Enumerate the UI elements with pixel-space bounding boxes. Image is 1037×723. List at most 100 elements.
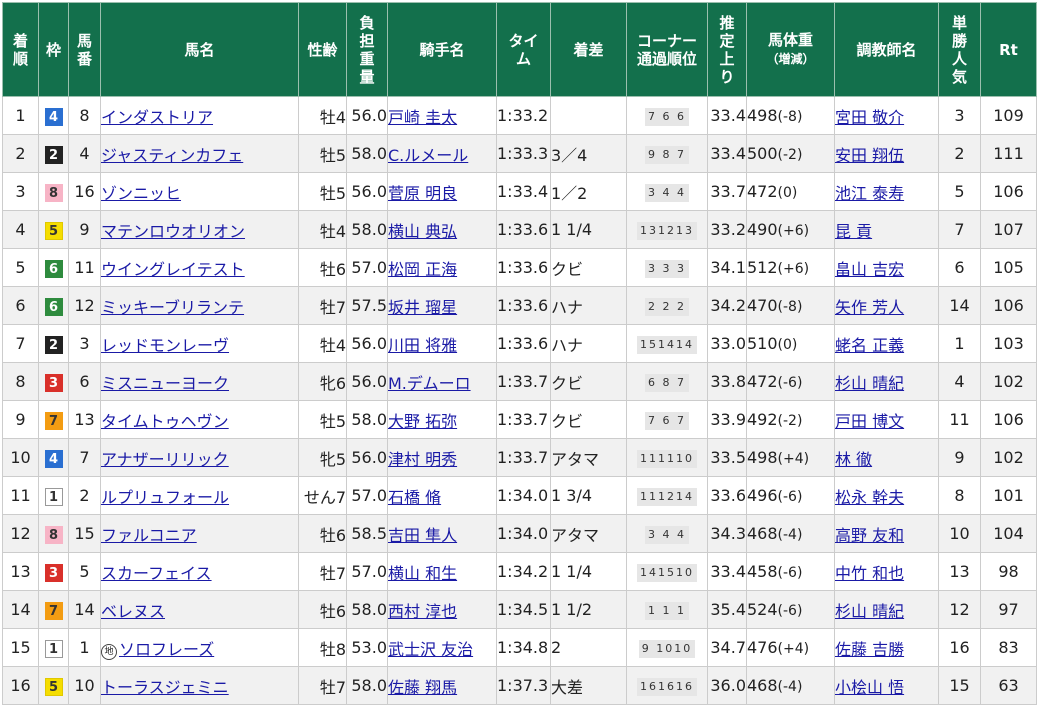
jockey-link[interactable]: 横山 和生 (389, 564, 458, 583)
jockey-link[interactable]: 武士沢 友治 (389, 640, 474, 659)
horse-name-link[interactable]: トーラスジェミニ (102, 678, 229, 697)
trainer-link[interactable]: 安田 翔伍 (836, 146, 905, 165)
trainer-link[interactable]: 佐藤 吉勝 (836, 640, 905, 659)
horse-name-link[interactable]: アナザーリリック (102, 450, 229, 469)
margin-cell: 1 1/4 (550, 210, 627, 249)
header-rt[interactable]: Rt (980, 2, 1037, 97)
header-sexage[interactable]: 性齢 (298, 2, 347, 97)
jockey-link[interactable]: M.デムーロ (389, 374, 471, 393)
table-row: 5 6 11 ウイングレイテスト 牡6 57.0 松岡 正海 1:33.6 クビ 3 3 3 34.… (2, 248, 1037, 287)
corner-cell: 111110 (626, 438, 708, 477)
last3f-cell: 33.0 (707, 324, 747, 363)
waku-cell: 2 (38, 324, 69, 363)
jockey-link[interactable]: 西村 淳也 (389, 602, 458, 621)
weight-cell: 53.0 (346, 628, 388, 667)
margin-cell: アタマ (550, 438, 627, 477)
header-pop[interactable]: 単勝人気 (938, 2, 981, 97)
margin-cell: クビ (550, 248, 627, 287)
rank-cell: 8 (2, 362, 39, 401)
body-weight-cell: 472(0) (746, 172, 835, 211)
horse-name-link[interactable]: ウイングレイテスト (102, 260, 245, 279)
jockey-link[interactable]: 菅原 明良 (389, 184, 458, 203)
header-margin[interactable]: 着差 (550, 2, 627, 97)
horse-name-link[interactable]: ゾンニッヒ (102, 184, 182, 203)
horse-name-link[interactable]: ミスニューヨーク (102, 374, 230, 393)
margin-cell: ハナ (550, 286, 627, 325)
rank-cell: 7 (2, 324, 39, 363)
header-jockey[interactable]: 騎手名 (387, 2, 497, 97)
horse-name-link[interactable]: ベレヌス (102, 602, 166, 621)
header-last3f[interactable]: 推定上り (707, 2, 747, 97)
corner-cell: 7 6 6 (626, 96, 708, 135)
jockey-link[interactable]: 坂井 瑠星 (389, 298, 458, 317)
trainer-link[interactable]: 杉山 晴紀 (836, 374, 905, 393)
horse-name-link[interactable]: ファルコニア (102, 526, 197, 545)
time-cell: 1:33.6 (496, 248, 551, 287)
header-waku[interactable]: 枠 (38, 2, 69, 97)
popularity-cell: 6 (938, 248, 981, 287)
time-cell: 1:34.2 (496, 552, 551, 591)
corner-order: 6 8 7 (645, 374, 689, 392)
sexage-cell: 牡6 (298, 514, 347, 553)
jockey-cell: 菅原 明良 (387, 172, 497, 211)
trainer-link[interactable]: 昆 貢 (836, 222, 873, 241)
trainer-link[interactable]: 高野 友和 (836, 526, 905, 545)
corner-cell: 141510 (626, 552, 708, 591)
header-corner[interactable]: コーナー 通過順位 (626, 2, 708, 97)
trainer-link[interactable]: 林 徹 (836, 450, 873, 469)
jockey-link[interactable]: 川田 将雅 (389, 336, 458, 355)
trainer-link[interactable]: 池江 泰寿 (836, 184, 905, 203)
trainer-link[interactable]: 矢作 芳人 (836, 298, 905, 317)
margin-cell: クビ (550, 400, 627, 439)
body-weight-diff: (+6) (777, 223, 810, 239)
table-row: 3 8 16 ゾンニッヒ 牡5 56.0 菅原 明良 1:33.4 1／2 3 4 4 33.7 47… (2, 172, 1037, 211)
trainer-link[interactable]: 杉山 晴紀 (836, 602, 905, 621)
trainer-link[interactable]: 松永 幹夫 (836, 488, 905, 507)
jockey-link[interactable]: 津村 明秀 (389, 450, 458, 469)
header-rank[interactable]: 着順 (2, 2, 39, 97)
waku-badge: 6 (44, 259, 63, 278)
jockey-link[interactable]: 石橋 脩 (389, 488, 442, 507)
trainer-link[interactable]: 宮田 敬介 (836, 108, 905, 127)
margin-cell: ハナ (550, 324, 627, 363)
jockey-link[interactable]: 横山 典弘 (389, 222, 458, 241)
horse-name-link[interactable]: スカーフェイス (102, 564, 212, 583)
header-weight[interactable]: 負担重量 (346, 2, 388, 97)
horse-name-link[interactable]: ジャスティンカフェ (102, 146, 244, 165)
trainer-link[interactable]: 蛯名 正義 (836, 336, 905, 355)
horse-name-link[interactable]: タイムトゥヘヴン (102, 412, 229, 431)
header-pop-label: 単勝人気 (951, 13, 967, 86)
jockey-link[interactable]: 吉田 隼人 (389, 526, 458, 545)
jockey-link[interactable]: 佐藤 翔馬 (389, 678, 458, 697)
header-umaban[interactable]: 馬番 (68, 2, 101, 97)
sexage-cell: せん7 (298, 476, 347, 515)
jockey-link[interactable]: 大野 拓弥 (389, 412, 458, 431)
horse-name-link[interactable]: インダストリア (102, 108, 214, 127)
jockey-link[interactable]: 松岡 正海 (389, 260, 458, 279)
body-weight-cell: 476(+4) (746, 628, 835, 667)
table-row: 16 5 10 トーラスジェミニ 牡7 58.0 佐藤 翔馬 1:37.3 大差 161616 36… (2, 666, 1037, 705)
race-results-table: 着順 枠 馬番 馬名 性齢 負担重量 騎手名 タイム 着差 コーナー 通過順位 推… (2, 2, 1037, 705)
rank-cell: 4 (2, 210, 39, 249)
jockey-link[interactable]: 戸崎 圭太 (389, 108, 458, 127)
trainer-link[interactable]: 戸田 博文 (836, 412, 905, 431)
header-name[interactable]: 馬名 (100, 2, 299, 97)
corner-cell: 2 2 2 (626, 286, 708, 325)
trainer-link[interactable]: 小桧山 悟 (836, 678, 905, 697)
body-weight-diff: (0) (777, 185, 798, 201)
trainer-link[interactable]: 中竹 和也 (836, 564, 905, 583)
jockey-link[interactable]: C.ルメール (389, 146, 469, 165)
header-trainer[interactable]: 調教師名 (834, 2, 939, 97)
header-time[interactable]: タイム (496, 2, 551, 97)
horse-name-link[interactable]: マテンロウオリオン (102, 222, 246, 241)
horse-name-link[interactable]: ミッキーブリランテ (102, 298, 245, 317)
sexage-cell: 牡6 (298, 590, 347, 629)
horse-name-link[interactable]: ルプリュフォール (102, 488, 230, 507)
sexage-cell: 牝6 (298, 362, 347, 401)
header-body[interactable]: 馬体重 （増減） (746, 2, 835, 97)
trainer-link[interactable]: 畠山 吉宏 (836, 260, 905, 279)
body-weight-value: 510 (747, 334, 778, 353)
horse-name-link[interactable]: レッドモンレーヴ (102, 336, 230, 355)
horse-name-link[interactable]: ソロフレーズ (119, 640, 214, 659)
umaban-cell: 15 (68, 514, 101, 553)
